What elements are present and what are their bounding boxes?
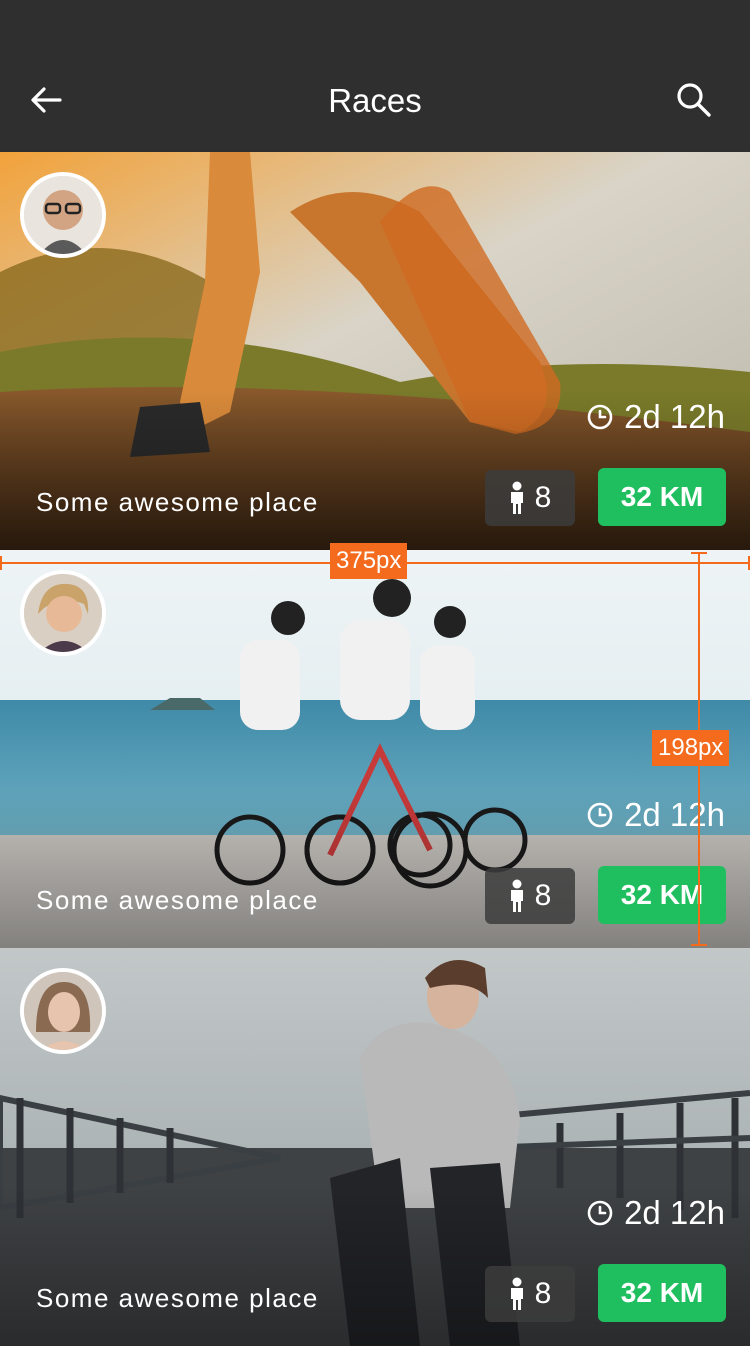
duration-text: 2d 12h bbox=[624, 398, 725, 435]
distance-badge: 32 KM bbox=[598, 866, 726, 924]
person-icon bbox=[510, 481, 523, 514]
race-location: Some awesome place bbox=[36, 487, 319, 517]
participants-badge: 8 bbox=[485, 470, 575, 526]
race-card[interactable]: Some awesome place 2d 12h 8 32 KM bbox=[0, 152, 750, 550]
race-duration: 2d 12h bbox=[586, 398, 725, 436]
participants-count: 8 bbox=[534, 481, 552, 514]
participants-badge: 8 bbox=[485, 868, 575, 924]
clock-icon bbox=[587, 404, 613, 430]
clock-icon bbox=[587, 802, 613, 828]
avatar[interactable] bbox=[20, 172, 106, 258]
person-icon bbox=[510, 1277, 523, 1310]
duration-text: 2d 12h bbox=[624, 1194, 725, 1231]
height-measure-label: 198px bbox=[652, 730, 730, 766]
race-duration: 2d 12h bbox=[586, 1194, 725, 1232]
avatar-photo bbox=[24, 176, 102, 254]
race-location: Some awesome place bbox=[36, 1283, 319, 1313]
duration-text: 2d 12h bbox=[624, 796, 725, 833]
clock-icon bbox=[587, 1200, 613, 1226]
race-card[interactable]: Some awesome place 2d 12h 8 32 KM bbox=[0, 948, 750, 1346]
distance-badge: 32 KM bbox=[598, 1264, 726, 1322]
distance-badge: 32 KM bbox=[598, 468, 726, 526]
search-icon bbox=[677, 83, 711, 117]
race-duration: 2d 12h bbox=[586, 796, 725, 834]
participants-count: 8 bbox=[534, 1277, 552, 1310]
top-bar: Races bbox=[0, 0, 750, 150]
width-measure-label: 375px bbox=[330, 543, 408, 579]
avatar[interactable] bbox=[20, 968, 106, 1054]
participants-badge: 8 bbox=[485, 1266, 575, 1322]
race-card[interactable]: Some awesome place 2d 12h 8 32 KM bbox=[0, 550, 750, 948]
search-button[interactable] bbox=[674, 80, 714, 120]
participants-count: 8 bbox=[534, 879, 552, 912]
avatar-photo bbox=[24, 574, 102, 652]
avatar[interactable] bbox=[20, 570, 106, 656]
page-title: Races bbox=[328, 82, 422, 119]
avatar-photo bbox=[24, 972, 102, 1050]
race-location: Some awesome place bbox=[36, 885, 319, 915]
person-icon bbox=[510, 879, 523, 912]
